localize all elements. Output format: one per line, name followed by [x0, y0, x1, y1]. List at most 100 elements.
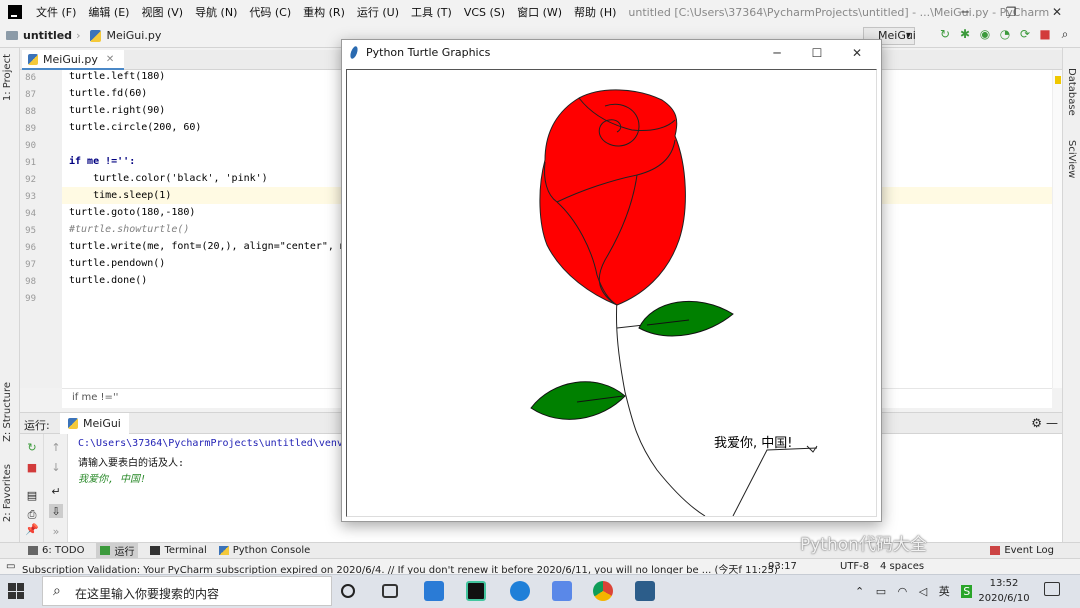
editor-tab-meigui[interactable]: MeiGui.py ✕ — [22, 50, 125, 70]
favorites-tool-tab[interactable]: 2: Favorites — [2, 464, 13, 522]
turtle-window-titlebar[interactable]: Python Turtle Graphics ─ ☐ ✕ — [342, 40, 881, 66]
layout-icon[interactable]: ▤ — [25, 488, 39, 502]
code-comment-line[interactable]: #turtle.showturtle() — [69, 224, 189, 235]
scroll-to-end-icon[interactable]: ⇩ — [49, 504, 63, 518]
battery-icon[interactable]: ▭ — [876, 585, 886, 598]
line-number: 86 — [25, 73, 36, 83]
search-everywhere-icon[interactable]: ⌕ — [1058, 27, 1072, 41]
profile-icon[interactable]: ◔ — [998, 27, 1012, 41]
volume-icon[interactable]: ◁ — [919, 585, 927, 598]
chrome-app-icon[interactable] — [593, 581, 613, 601]
menu-run[interactable]: 运行 (U) — [351, 4, 405, 20]
code-breadcrumb[interactable]: if me !='' — [72, 392, 118, 403]
sciview-tool-tab[interactable]: SciView — [1066, 140, 1077, 178]
gear-icon[interactable]: ⚙ — [1031, 416, 1042, 430]
code-line[interactable]: turtle.goto(180,-180) — [69, 207, 195, 218]
folder-icon — [6, 31, 18, 40]
rerun-icon[interactable]: ↻ — [25, 440, 39, 454]
python-console-tab[interactable]: Python Console — [218, 545, 310, 556]
code-line[interactable]: turtle.done() — [69, 275, 147, 286]
minimize-icon[interactable]: ─ — [942, 0, 988, 24]
taskbar-clock[interactable]: 13:52 2020/6/10 — [978, 576, 1030, 606]
tray-expand-icon[interactable]: ⌃ — [855, 585, 864, 598]
inspection-indicator-icon[interactable] — [1055, 76, 1061, 84]
run-toolbar: ↻ ✱ ◉ ◔ ⟳ ■ ⌕ — [938, 27, 1072, 42]
code-line[interactable]: turtle.fd(60) — [69, 88, 147, 99]
rerun-icon[interactable]: ↻ — [938, 27, 952, 41]
database-tool-tab[interactable]: Database — [1066, 68, 1077, 116]
arrow-down-icon[interactable]: ↓ — [49, 460, 63, 474]
status-toggle-icon[interactable]: ▭ — [6, 561, 15, 572]
close-icon[interactable]: ✕ — [837, 40, 877, 66]
taskbar-search-box[interactable]: ⌕ 在这里输入你要搜索的内容 — [42, 576, 332, 606]
print-icon[interactable]: ⎙ — [25, 508, 39, 522]
code-line[interactable]: turtle.write(me, font=(20,), align="cent… — [69, 241, 364, 252]
task-view-icon[interactable] — [382, 584, 398, 598]
menu-help[interactable]: 帮助 (H) — [568, 4, 622, 20]
structure-tool-tab[interactable]: Z: Structure — [2, 382, 13, 442]
breadcrumb-project[interactable]: untitled — [6, 29, 72, 42]
todo-tab[interactable]: 6: TODO — [28, 545, 84, 556]
turtle-graphics-window[interactable]: Python Turtle Graphics ─ ☐ ✕ 我爱你, 中国! — [341, 39, 882, 522]
cortana-icon[interactable] — [341, 584, 355, 598]
code-line[interactable]: if me !='': — [69, 156, 135, 167]
pin-icon[interactable]: 📌 — [25, 522, 39, 536]
menu-view[interactable]: 视图 (V) — [135, 4, 189, 20]
menu-refactor[interactable]: 重构 (R) — [297, 4, 351, 20]
code-line[interactable]: turtle.right(90) — [69, 105, 165, 116]
arrow-up-icon[interactable]: ↑ — [49, 440, 63, 454]
watermark: Python代码大全 — [800, 535, 927, 555]
notification-icon[interactable] — [1044, 582, 1060, 596]
menu-edit[interactable]: 编辑 (E) — [82, 4, 135, 20]
more-icon[interactable]: » — [49, 524, 63, 538]
stop-icon[interactable]: ■ — [25, 460, 39, 474]
rose-bloom — [539, 89, 686, 306]
caret-position[interactable]: 93:17 — [768, 561, 797, 572]
minimize-icon[interactable]: ─ — [757, 40, 797, 66]
maximize-icon[interactable]: ☐ — [797, 40, 837, 66]
indent-setting[interactable]: 4 spaces — [880, 561, 924, 572]
right-tool-strip: Database SciView — [1062, 48, 1080, 542]
restore-icon[interactable]: ❐ — [988, 0, 1034, 24]
app-tray-icon[interactable]: S — [961, 585, 973, 598]
pinned-app-icon[interactable] — [552, 581, 572, 601]
console-line: 请输入要表白的话及人: — [78, 458, 185, 469]
code-line[interactable]: turtle.pendown() — [69, 258, 165, 269]
debug-icon[interactable]: ✱ — [958, 27, 972, 41]
breadcrumb-file[interactable]: MeiGui.py — [90, 29, 161, 42]
menu-file[interactable]: 文件 (F) — [30, 4, 82, 20]
wifi-icon[interactable]: ◠ — [898, 585, 908, 598]
file-encoding[interactable]: UTF-8 — [840, 561, 869, 572]
edge-app-icon[interactable] — [510, 581, 530, 601]
terminal-tab[interactable]: Terminal — [150, 545, 207, 556]
turtle-message: 我爱你, 中国! — [714, 436, 793, 451]
code-line[interactable]: time.sleep(1) — [69, 190, 171, 201]
code-line[interactable]: turtle.color('black', 'pink') — [69, 173, 268, 184]
windows-start-icon[interactable] — [8, 583, 24, 599]
python-turtle-app-icon[interactable] — [635, 581, 655, 601]
coverage-icon[interactable]: ◉ — [978, 27, 992, 41]
pycharm-app-icon[interactable] — [466, 581, 486, 601]
menu-vcs[interactable]: VCS (S) — [458, 6, 511, 19]
close-tab-icon[interactable]: ✕ — [106, 54, 114, 65]
concurrency-icon[interactable]: ⟳ — [1018, 27, 1032, 41]
code-line[interactable]: turtle.circle(200, 60) — [69, 122, 201, 133]
hide-panel-icon[interactable]: — — [1046, 416, 1058, 430]
ime-icon[interactable]: 英 — [939, 585, 950, 598]
run-tool-tab[interactable]: 运行 — [96, 543, 139, 558]
line-number: 94 — [25, 209, 36, 219]
event-log-tab[interactable]: Event Log — [990, 545, 1054, 556]
menu-window[interactable]: 窗口 (W) — [511, 4, 568, 20]
run-tab-meigui[interactable]: MeiGui — [60, 413, 129, 434]
stop-icon[interactable]: ■ — [1038, 27, 1052, 41]
project-tool-tab[interactable]: 1: Project — [2, 54, 13, 101]
turtle-canvas[interactable] — [346, 69, 877, 517]
mail-app-icon[interactable] — [424, 581, 444, 601]
close-icon[interactable]: ✕ — [1034, 0, 1080, 24]
editor-scrollbar[interactable] — [1052, 70, 1062, 388]
menu-navigate[interactable]: 导航 (N) — [189, 4, 243, 20]
menu-tools[interactable]: 工具 (T) — [405, 4, 458, 20]
code-line[interactable]: turtle.left(180) — [69, 71, 165, 82]
menu-code[interactable]: 代码 (C) — [243, 4, 297, 20]
soft-wrap-icon[interactable]: ↵ — [49, 484, 63, 498]
